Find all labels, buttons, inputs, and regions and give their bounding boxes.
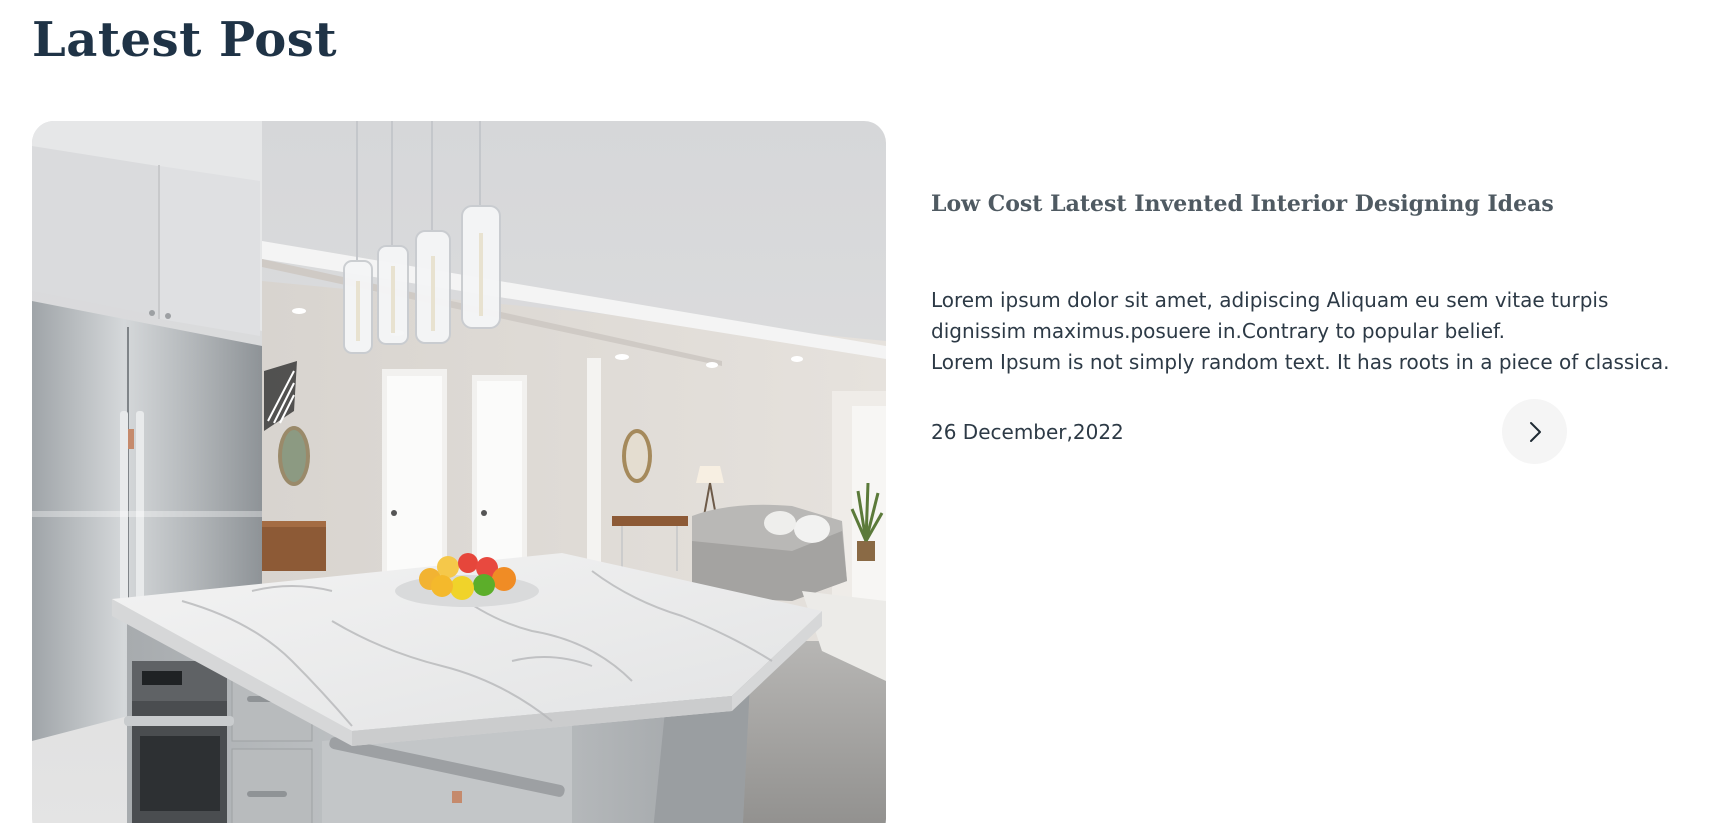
post-excerpt-line: dignissim maximus.posuere in.Contrary to… [931,319,1505,343]
post-excerpt-line: Lorem ipsum dolor sit amet, adipiscing A… [931,288,1609,312]
chevron-right-icon [1529,421,1541,442]
post-date: 26 December,2022 [931,420,1124,444]
post-image[interactable] [32,121,886,823]
post-content: Low Cost Latest Invented Interior Design… [931,186,1670,374]
post-excerpt: Lorem ipsum dolor sit amet, adipiscing A… [931,285,1670,378]
post-excerpt-line: Lorem Ipsum is not simply random text. I… [931,350,1670,374]
kitchen-photo [32,121,886,823]
section-title: Latest Post [32,12,337,68]
post-title[interactable]: Low Cost Latest Invented Interior Design… [931,186,1631,222]
read-more-button[interactable] [1502,399,1567,464]
